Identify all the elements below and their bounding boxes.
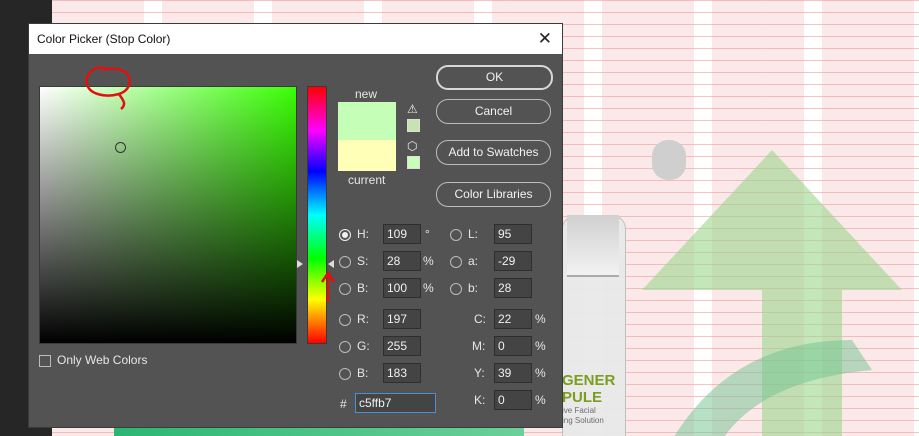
magenta-label: M: — [472, 339, 486, 353]
web-safe-swatch[interactable] — [407, 156, 420, 169]
lightness-radio[interactable] — [450, 229, 462, 241]
cancel-button[interactable]: Cancel — [436, 99, 551, 124]
b-channel-input[interactable]: 28 — [494, 278, 532, 298]
gamut-warning-swatch[interactable] — [407, 119, 420, 132]
new-label: new — [355, 87, 378, 101]
color-picker-dialog: Color Picker (Stop Color) ✕ new current … — [28, 23, 563, 428]
a-channel-label: a: — [468, 254, 479, 268]
b-channel-label: b: — [468, 281, 479, 295]
hue-slider-handle-left[interactable] — [297, 260, 303, 268]
yellow-unit: % — [535, 366, 546, 380]
lightness-input[interactable]: 95 — [494, 224, 532, 244]
brightness-unit: % — [423, 281, 434, 295]
web-safe-cube-icon[interactable]: ⬡ — [407, 139, 417, 153]
product-line3: ive Facial — [562, 406, 596, 415]
product-line4: ing Solution — [562, 416, 604, 425]
saturation-unit: % — [423, 254, 434, 268]
product-label: GENER PULE ive Facial ing Solution — [562, 372, 615, 426]
b-channel-radio[interactable] — [450, 283, 462, 295]
titlebar: Color Picker (Stop Color) ✕ — [29, 24, 562, 54]
black-label: K: — [474, 393, 486, 407]
only-web-colors-label[interactable]: Only Web Colors — [57, 353, 147, 367]
magenta-unit: % — [535, 339, 546, 353]
green-input[interactable]: 255 — [383, 336, 421, 356]
red-arrow-annotation — [320, 270, 336, 302]
new-color-swatch — [338, 102, 396, 140]
hue-slider-handle-right[interactable] — [328, 260, 334, 268]
dropper-cap — [652, 140, 686, 180]
lightness-label: L: — [468, 227, 479, 241]
red-label: R: — [357, 312, 369, 326]
red-input[interactable]: 197 — [383, 309, 421, 329]
saturation-label: S: — [357, 254, 369, 268]
green-label: G: — [357, 339, 370, 353]
hue-unit: ° — [425, 227, 430, 241]
hex-input[interactable]: c5ffb7 — [355, 393, 436, 413]
ok-button[interactable]: OK — [436, 65, 553, 90]
dialog-title: Color Picker (Stop Color) — [37, 32, 171, 46]
cyan-label: C: — [474, 312, 486, 326]
saturation-input[interactable]: 28 — [383, 251, 421, 271]
product-line2: PULE — [562, 389, 603, 406]
red-radio[interactable] — [339, 314, 351, 326]
color-picker-cursor[interactable] — [115, 142, 126, 153]
current-label: current — [348, 173, 386, 187]
brightness-label: B: — [357, 281, 369, 295]
add-to-swatches-button[interactable]: Add to Swatches — [436, 140, 551, 165]
black-input[interactable]: 0 — [494, 390, 532, 410]
blue-radio[interactable] — [339, 368, 351, 380]
only-web-colors-checkbox[interactable] — [39, 355, 51, 367]
green-radio[interactable] — [339, 341, 351, 353]
cyan-input[interactable]: 22 — [494, 309, 532, 329]
a-channel-input[interactable]: -29 — [494, 251, 532, 271]
hex-label: # — [340, 397, 347, 411]
yellow-label: Y: — [474, 366, 485, 380]
red-circle-annotation — [85, 66, 132, 110]
brightness-radio[interactable] — [339, 283, 351, 295]
background-arrow-graphic — [642, 150, 902, 436]
color-libraries-button[interactable]: Color Libraries — [436, 182, 551, 207]
hue-slider[interactable] — [307, 86, 327, 344]
hue-label: H: — [357, 227, 369, 241]
a-channel-radio[interactable] — [450, 256, 462, 268]
color-field[interactable] — [39, 86, 297, 344]
yellow-input[interactable]: 39 — [494, 363, 532, 383]
black-unit: % — [535, 393, 546, 407]
saturation-radio[interactable] — [339, 256, 351, 268]
magenta-input[interactable]: 0 — [494, 336, 532, 356]
hue-radio[interactable] — [339, 229, 351, 241]
cyan-unit: % — [535, 312, 546, 326]
hue-input[interactable]: 109 — [383, 224, 421, 244]
product-line1: GENER — [562, 372, 616, 389]
blue-input[interactable]: 183 — [383, 363, 421, 383]
close-icon[interactable]: ✕ — [538, 30, 552, 47]
blue-label: B: — [357, 366, 369, 380]
gamut-warning-icon[interactable]: ⚠ — [407, 102, 418, 116]
current-color-swatch[interactable] — [338, 140, 396, 171]
brightness-input[interactable]: 100 — [383, 278, 421, 298]
product-bottle-neck — [567, 215, 619, 277]
